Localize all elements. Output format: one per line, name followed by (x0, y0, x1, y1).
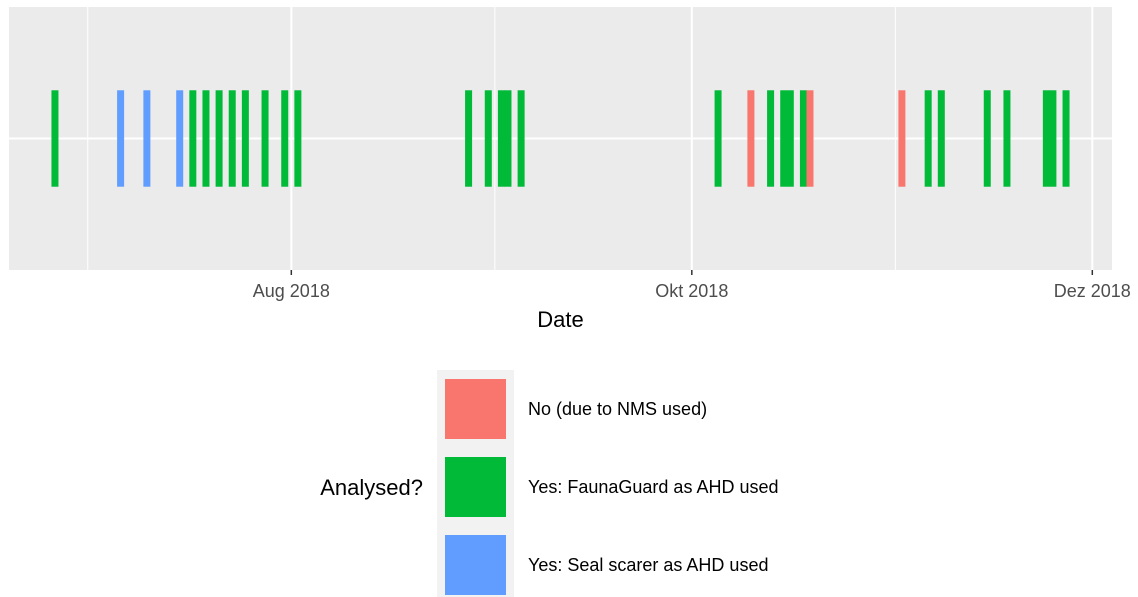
legend-key-fauna (445, 457, 506, 517)
x-axis-title: Date (537, 307, 583, 332)
event-bar (176, 90, 184, 187)
event-bar (465, 90, 473, 187)
event-bar (51, 90, 59, 187)
event-bar (1042, 90, 1050, 187)
event-bar (767, 90, 775, 187)
event-bar (294, 90, 302, 187)
legend-label-fauna: Yes: FaunaGuard as AHD used (528, 477, 779, 497)
event-bar (189, 90, 197, 187)
event-bar (806, 90, 814, 187)
event-bar (786, 90, 794, 187)
event-bar (202, 90, 210, 187)
legend-label-seal: Yes: Seal scarer as AHD used (528, 555, 768, 575)
legend-label-no: No (due to NMS used) (528, 399, 707, 419)
legend-key-seal (445, 535, 506, 595)
event-bar (143, 90, 151, 187)
x-tick-label: Okt 2018 (655, 281, 728, 301)
event-bar (215, 90, 223, 187)
legend-title: Analysed? (320, 475, 423, 500)
event-bar (484, 90, 492, 187)
event-bar (117, 90, 125, 187)
event-bar (504, 90, 512, 187)
event-bar (1003, 90, 1011, 187)
event-bar (281, 90, 289, 187)
event-bar (517, 90, 525, 187)
x-axis: Aug 2018 Okt 2018 Dez 2018 (253, 270, 1131, 301)
event-bar (898, 90, 906, 187)
event-bar (780, 90, 788, 187)
event-bar (1062, 90, 1070, 187)
event-bar (714, 90, 722, 187)
event-strip-chart: Aug 2018 Okt 2018 Dez 2018 Date Analysed? … (9, 7, 1131, 597)
event-bar (937, 90, 945, 187)
event-bar (983, 90, 991, 187)
event-bar (924, 90, 932, 187)
legend-key-no (445, 379, 506, 439)
event-bar (497, 90, 505, 187)
x-tick-label: Aug 2018 (253, 281, 330, 301)
event-bar (228, 90, 236, 187)
legend: Analysed? No (due to NMS used) Yes: Fauna… (320, 370, 779, 597)
event-bar (1049, 90, 1057, 187)
event-bar (747, 90, 755, 187)
event-bar (799, 90, 807, 187)
event-bar (241, 90, 249, 187)
event-bar (261, 90, 269, 187)
x-tick-label: Dez 2018 (1054, 281, 1131, 301)
